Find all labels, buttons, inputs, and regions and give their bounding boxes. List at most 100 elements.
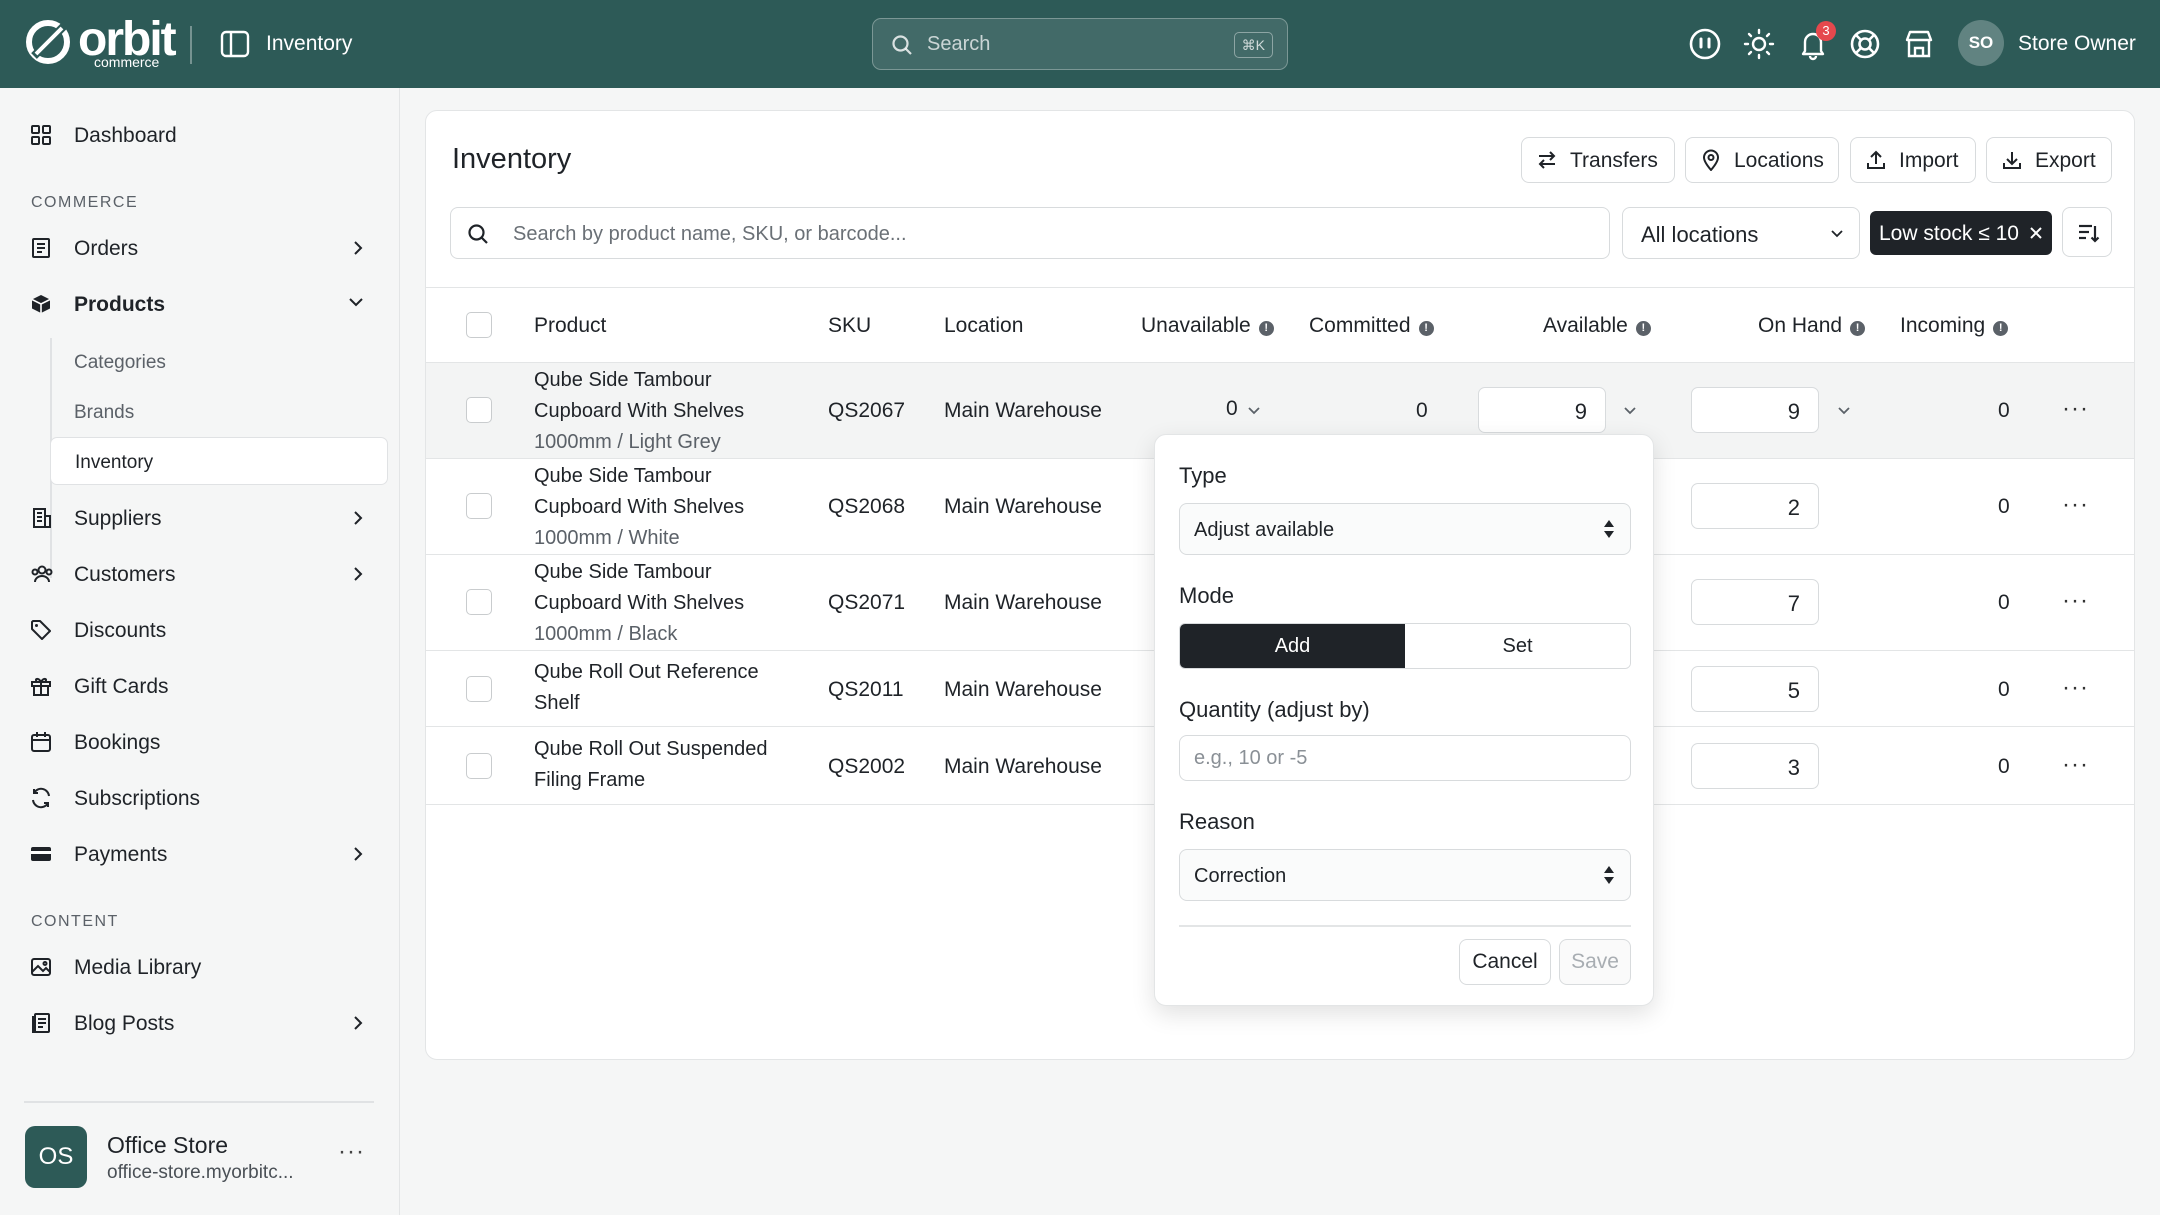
on-hand-value: 7 [1787, 591, 1800, 616]
chevron-down-icon[interactable] [1836, 405, 1852, 417]
row-checkbox[interactable] [466, 493, 492, 519]
export-button[interactable]: Export [1986, 137, 2112, 183]
column-header-available[interactable]: Available! [1543, 314, 1651, 338]
sidebar-item-media-library[interactable]: Media Library [30, 944, 375, 990]
orbit-logo-icon [26, 20, 70, 64]
chevron-down-icon[interactable] [1622, 405, 1638, 417]
sidebar-subitem-brands[interactable]: Brands [50, 388, 388, 436]
product-name[interactable]: Qube Side Tambour Cupboard With Shelves 1… [534, 461, 794, 554]
locations-button[interactable]: Locations [1685, 137, 1839, 183]
document-icon [32, 1013, 50, 1033]
sidebar-item-gift-cards[interactable]: Gift Cards [30, 663, 375, 709]
sun-icon[interactable] [1742, 27, 1776, 61]
ai-assistant-icon[interactable] [1688, 27, 1722, 61]
low-stock-filter-chip[interactable]: Low stock ≤ 10 [1870, 211, 2052, 255]
sidebar-item-customers[interactable]: Customers [30, 551, 375, 597]
sidebar-item-bookings[interactable]: Bookings [30, 719, 375, 765]
storefront-icon[interactable] [1902, 27, 1936, 61]
on-hand-input[interactable]: 2 [1691, 483, 1819, 529]
chevron-down-icon[interactable] [1246, 405, 1262, 417]
row-actions-button[interactable]: ··· [2062, 491, 2089, 519]
mode-set-option[interactable]: Set [1405, 624, 1630, 668]
column-header-incoming[interactable]: Incoming! [1900, 314, 2009, 338]
box-icon [31, 295, 51, 313]
quantity-input[interactable] [1179, 735, 1631, 781]
info-icon[interactable]: ! [1993, 321, 2009, 336]
incoming-cell: 0 [1998, 399, 2010, 422]
on-hand-input[interactable]: 9 [1691, 387, 1819, 433]
location-filter-select[interactable]: All locations [1622, 207, 1860, 259]
row-checkbox[interactable] [466, 676, 492, 702]
location-cell: Main Warehouse [944, 399, 1102, 422]
location-filter-value: All locations [1641, 222, 1759, 247]
sidebar-item-products[interactable]: Products [30, 281, 375, 327]
on-hand-input[interactable]: 7 [1691, 579, 1819, 625]
store-name[interactable]: Office Store [107, 1132, 228, 1159]
mode-toggle: Add Set [1179, 623, 1631, 669]
reason-select[interactable]: Correction [1179, 849, 1631, 901]
sidebar-item-discounts[interactable]: Discounts [30, 607, 375, 653]
info-icon[interactable]: ! [1635, 321, 1651, 336]
updown-arrows-icon [1604, 866, 1614, 884]
row-checkbox[interactable] [466, 753, 492, 779]
row-checkbox[interactable] [466, 397, 492, 423]
column-header-on-hand[interactable]: On Hand! [1758, 314, 1866, 338]
sidebar-toggle-icon[interactable] [220, 30, 250, 58]
sidebar-item-subscriptions[interactable]: Subscriptions [30, 775, 375, 821]
info-icon[interactable]: ! [1258, 321, 1274, 336]
available-input[interactable]: 9 [1478, 387, 1606, 433]
global-search[interactable]: Search ⌘K [872, 18, 1288, 70]
store-more-button[interactable]: ··· [338, 1138, 365, 1166]
column-header-unavailable[interactable]: Unavailable! [1141, 314, 1274, 338]
product-name[interactable]: Qube Roll Out Reference Shelf [534, 657, 794, 719]
column-header-location[interactable]: Location [944, 314, 1023, 338]
sidebar-item-label: Gift Cards [74, 675, 169, 698]
sidebar-item-suppliers[interactable]: Suppliers [30, 495, 375, 541]
sidebar-subitem-categories[interactable]: Categories [50, 338, 388, 386]
user-name[interactable]: Store Owner [2018, 32, 2136, 56]
product-name[interactable]: Qube Side Tambour Cupboard With Shelves 1… [534, 557, 794, 650]
mode-add-option[interactable]: Add [1180, 624, 1405, 668]
close-icon[interactable] [2028, 225, 2044, 241]
info-icon[interactable]: ! [1850, 321, 1866, 336]
committed-cell: 0 [1416, 399, 1428, 422]
column-header-label: Unavailable [1141, 314, 1251, 337]
column-header-committed[interactable]: Committed! [1309, 314, 1434, 338]
inventory-search-input[interactable]: Search by product name, SKU, or barcode.… [450, 207, 1610, 259]
reason-select-value: Correction [1194, 865, 1287, 887]
product-name[interactable]: Qube Roll Out Suspended Filing Frame [534, 734, 794, 796]
sidebar-subitem-inventory[interactable]: Inventory [50, 437, 388, 485]
row-actions-button[interactable]: ··· [2062, 674, 2089, 702]
import-button[interactable]: Import [1850, 137, 1976, 183]
transfers-button[interactable]: Transfers [1521, 137, 1675, 183]
reason-label: Reason [1179, 809, 1255, 834]
column-header-sku[interactable]: SKU [828, 314, 871, 338]
row-actions-button[interactable]: ··· [2062, 587, 2089, 615]
sidebar-subitem-label: Categories [74, 352, 166, 373]
unavailable-cell[interactable]: 0 [1226, 397, 1238, 421]
sidebar-item-payments[interactable]: Payments [30, 831, 375, 877]
store-avatar[interactable]: OS [25, 1126, 87, 1188]
cancel-button[interactable]: Cancel [1459, 939, 1551, 985]
chevron-right-icon [354, 567, 363, 581]
save-button[interactable]: Save [1559, 939, 1631, 985]
row-actions-button[interactable]: ··· [2062, 751, 2089, 779]
on-hand-input[interactable]: 5 [1691, 666, 1819, 712]
select-all-checkbox[interactable] [466, 312, 492, 338]
row-actions-button[interactable]: ··· [2062, 395, 2089, 423]
sidebar-item-dashboard[interactable]: Dashboard [30, 112, 375, 158]
on-hand-input[interactable]: 3 [1691, 743, 1819, 789]
info-icon[interactable]: ! [1418, 321, 1434, 336]
type-select[interactable]: Adjust available [1179, 503, 1631, 555]
orbit-logo[interactable]: orbit commerce [24, 13, 177, 70]
column-header-product[interactable]: Product [534, 314, 606, 338]
sidebar-item-blog-posts[interactable]: Blog Posts [30, 1000, 375, 1046]
user-avatar[interactable]: SO [1958, 20, 2004, 66]
row-checkbox[interactable] [466, 589, 492, 615]
location-cell: Main Warehouse [944, 755, 1102, 778]
product-name[interactable]: Qube Side Tambour Cupboard With Shelves 1… [534, 365, 794, 458]
location-cell: Main Warehouse [944, 591, 1102, 614]
help-lifebuoy-icon[interactable] [1848, 27, 1882, 61]
sidebar-item-orders[interactable]: Orders [30, 225, 375, 271]
sort-button[interactable] [2062, 207, 2112, 257]
